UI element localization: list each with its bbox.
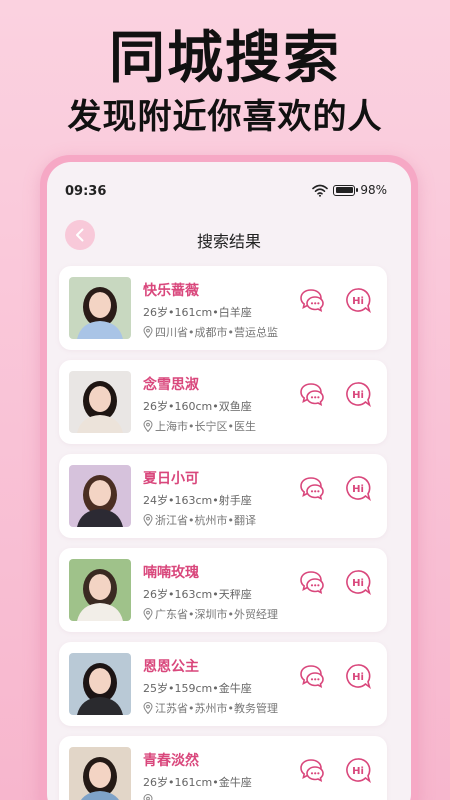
avatar-photo [69,653,131,715]
hi-bubble-icon: Hi [346,382,371,407]
chat-bubble-icon [300,477,324,500]
user-location: 上海市•长宁区•医生 [143,418,256,434]
nav-bar: 搜索结果 [47,214,411,258]
location-pin-icon [143,420,153,432]
chat-button[interactable] [299,288,325,312]
avatar[interactable] [69,277,131,339]
hi-button[interactable]: Hi [345,757,371,783]
location-text: 上海市•长宁区•医生 [155,420,256,433]
hi-bubble-icon: Hi [346,476,371,501]
hi-button[interactable]: Hi [345,569,371,595]
svg-text:Hi: Hi [352,484,364,495]
chat-bubble-icon [300,759,324,782]
avatar-photo [69,559,131,621]
hi-button[interactable]: Hi [345,287,371,313]
user-info: 25岁•159cm•金牛座 [143,682,252,695]
battery-percent: 98% [360,183,387,197]
user-name: 念雪思淑 [143,377,199,393]
hi-bubble-icon: Hi [346,570,371,595]
user-name: 喃喃玫瑰 [143,565,199,581]
wifi-icon [312,184,329,197]
hi-bubble-icon: Hi [346,288,371,313]
location-pin-icon [143,608,153,620]
user-location [143,794,155,800]
result-card-6[interactable]: 青春淡然 26岁•161cm•金牛座 Hi [59,736,387,800]
user-location: 四川省•成都市•营运总监 [143,324,278,340]
chat-button[interactable] [299,664,325,688]
status-time: 09:36 [65,184,107,199]
status-indicators: 98% [312,183,387,197]
battery-icon [333,184,359,196]
location-text: 江苏省•苏州市•教务管理 [155,702,278,715]
svg-text:Hi: Hi [352,390,364,401]
page-title: 搜索结果 [196,232,261,251]
location-text: 四川省•成都市•营运总监 [155,326,278,339]
avatar[interactable] [69,747,131,800]
result-card-2[interactable]: 念雪思淑 26岁•160cm•双鱼座 上海市•长宁区•医生 Hi [59,360,387,444]
user-name: 夏日小可 [143,471,199,487]
hi-bubble-icon: Hi [346,664,371,689]
location-pin-icon [143,702,153,714]
chat-bubble-icon [300,383,324,406]
avatar[interactable] [69,653,131,715]
hi-bubble-icon: Hi [346,758,371,783]
location-pin-icon [143,326,153,338]
chat-bubble-icon [300,665,324,688]
result-card-1[interactable]: 快乐蔷薇 26岁•161cm•白羊座 四川省•成都市•营运总监 Hi [59,266,387,350]
user-location: 广东省•深圳市•外贸经理 [143,606,278,622]
hi-button[interactable]: Hi [345,663,371,689]
result-card-3[interactable]: 夏日小可 24岁•163cm•射手座 浙江省•杭州市•翻译 Hi [59,454,387,538]
chat-button[interactable] [299,476,325,500]
user-name: 恩恩公主 [143,659,199,675]
avatar[interactable] [69,465,131,527]
phone-frame: 09:36 98% 搜索结果 快乐蔷薇 26岁•161cm•白羊座 四川省•成都… [40,155,418,800]
location-text: 广东省•深圳市•外贸经理 [155,608,278,621]
location-text: 浙江省•杭州市•翻译 [155,514,256,527]
hero-banner: 同城搜索 发现附近你喜欢的人 [0,0,450,150]
hi-button[interactable]: Hi [345,381,371,407]
avatar-photo [69,371,131,433]
result-card-5[interactable]: 恩恩公主 25岁•159cm•金牛座 江苏省•苏州市•教务管理 Hi [59,642,387,726]
avatar[interactable] [69,559,131,621]
chat-button[interactable] [299,570,325,594]
user-info: 24岁•163cm•射手座 [143,494,252,507]
svg-text:Hi: Hi [352,578,364,589]
status-bar: 09:36 98% [47,162,411,206]
user-info: 26岁•160cm•双鱼座 [143,400,252,413]
hero-title: 同城搜索 [109,26,341,91]
chat-button[interactable] [299,758,325,782]
hi-button[interactable]: Hi [345,475,371,501]
user-location: 江苏省•苏州市•教务管理 [143,700,278,716]
avatar-photo [69,747,131,800]
result-card-4[interactable]: 喃喃玫瑰 26岁•163cm•天秤座 广东省•深圳市•外贸经理 Hi [59,548,387,632]
svg-text:Hi: Hi [352,672,364,683]
hero-subtitle: 发现附近你喜欢的人 [67,97,383,137]
user-name: 青春淡然 [143,753,199,769]
chat-bubble-icon [300,571,324,594]
avatar-photo [69,465,131,527]
user-info: 26岁•163cm•天秤座 [143,588,252,601]
location-pin-icon [143,794,153,800]
avatar-photo [69,277,131,339]
avatar[interactable] [69,371,131,433]
user-info: 26岁•161cm•白羊座 [143,306,252,319]
svg-text:Hi: Hi [352,766,364,777]
chat-bubble-icon [300,289,324,312]
search-result-list: 快乐蔷薇 26岁•161cm•白羊座 四川省•成都市•营运总监 Hi 念雪思淑 … [59,266,387,800]
user-name: 快乐蔷薇 [143,283,199,299]
chat-button[interactable] [299,382,325,406]
user-location: 浙江省•杭州市•翻译 [143,512,256,528]
svg-text:Hi: Hi [352,296,364,307]
phone-screen: 09:36 98% 搜索结果 快乐蔷薇 26岁•161cm•白羊座 四川省•成都… [47,162,411,800]
user-info: 26岁•161cm•金牛座 [143,776,252,789]
location-pin-icon [143,514,153,526]
